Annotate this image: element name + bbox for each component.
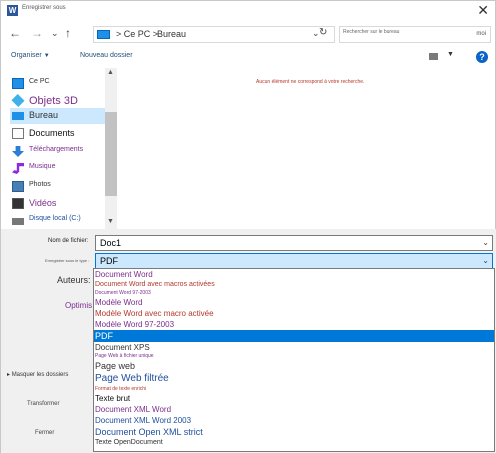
search-box[interactable]: Rechercher sur le bureau moi [339, 26, 491, 43]
drive-icon [12, 218, 24, 225]
hide-folders-button[interactable]: ▸ Masquer les dossiers [7, 371, 68, 378]
organize-button[interactable]: Organiser ▼ [11, 52, 50, 59]
tree-item-label: Photos [29, 181, 51, 188]
filename-value: Doc1 [100, 238, 122, 248]
view-dropdown-icon[interactable]: ▼ [447, 51, 454, 58]
back-arrow-icon[interactable]: ← [9, 26, 21, 40]
file-list-pane[interactable]: Aucun élément ne correspond à votre rech… [118, 68, 496, 229]
close-icon[interactable]: ✕ [477, 2, 489, 19]
address-bar[interactable]: > Ce PC > Bureau ⌄ [93, 26, 335, 43]
file-type-option[interactable]: Modèle Word 97-2003 [94, 319, 494, 330]
music-icon [12, 163, 24, 174]
file-type-label: Enregistrer sous le type : [45, 258, 90, 263]
optimize-label: Optimis [65, 301, 93, 310]
tree-item-musique[interactable]: Musique [10, 161, 105, 177]
authors-label: Auteurs: [57, 275, 91, 285]
word-app-icon: W [7, 5, 18, 16]
refresh-icon[interactable]: ↻ [319, 27, 327, 38]
title-bar: W Enregistrer sous ✕ [1, 1, 496, 23]
tree-item-ce-pc[interactable]: Ce PC [10, 76, 105, 92]
file-type-dropdown-icon[interactable]: ⌄ [482, 256, 489, 265]
tree-item-label: Vidéos [29, 198, 57, 208]
file-type-option[interactable]: Page web [94, 360, 494, 372]
hide-folders-label: Masquer les dossiers [11, 372, 69, 378]
filename-label: Nom de fichier: [48, 238, 89, 244]
transform-button[interactable]: Transformer [27, 401, 59, 407]
chevron-down-icon: ▼ [43, 53, 50, 59]
file-type-option[interactable]: Format de texte enrichi [94, 386, 494, 393]
desktop-icon [12, 112, 24, 120]
up-arrow-icon[interactable]: ↑ [65, 26, 71, 40]
tree-item-documents[interactable]: Documents [10, 126, 105, 142]
file-type-select[interactable]: PDF ⌄ [95, 253, 493, 269]
view-options-icon[interactable] [429, 53, 438, 60]
file-type-value: PDF [100, 256, 118, 266]
tree-item-bureau[interactable]: Bureau [10, 108, 105, 124]
breadcrumb-bureau[interactable]: Bureau [157, 29, 186, 39]
new-folder-button[interactable]: Nouveau dossier [80, 52, 133, 59]
navigation-pane: Ce PC Objets 3D Bureau Documents Téléchargem… [1, 68, 117, 229]
filename-field[interactable]: Doc1 ⌄ [95, 235, 493, 251]
tree-item-label: Ce PC [29, 78, 50, 85]
tree-item-disque-local-c[interactable]: Disque local (C:) [10, 213, 105, 229]
breadcrumb-ce-pc[interactable]: > Ce PC > [116, 29, 158, 39]
recent-locations-chevron-icon[interactable]: ⌄ [51, 28, 59, 39]
help-icon[interactable]: ? [476, 51, 488, 63]
tree-item-label: Objets 3D [29, 95, 78, 107]
tree-item-photos[interactable]: Photos [10, 179, 105, 195]
organize-label: Organiser [11, 52, 42, 59]
cube-3d-icon [11, 93, 25, 108]
scrollbar-thumb[interactable] [105, 112, 117, 196]
computer-icon [97, 30, 110, 39]
file-type-option[interactable]: Document XML Word 2003 [94, 415, 494, 426]
file-type-option[interactable]: Document XML Word [94, 404, 494, 415]
file-type-option[interactable]: Document Open XML strict [94, 426, 494, 438]
file-type-option[interactable]: Texte OpenDocument [94, 438, 494, 448]
file-type-option[interactable]: Page Web filtrée [94, 372, 494, 386]
file-type-option[interactable]: Document XPS [94, 342, 494, 353]
filename-dropdown-icon[interactable]: ⌄ [482, 238, 489, 247]
file-type-option[interactable]: Modèle Word [94, 297, 494, 308]
tree-item-téléchargements[interactable]: Téléchargements [10, 144, 105, 160]
photos-icon [12, 181, 24, 192]
scroll-down-icon[interactable]: ▼ [107, 218, 114, 225]
documents-icon [12, 128, 24, 139]
tree-item-label: Musique [29, 163, 56, 170]
video-icon [12, 198, 24, 209]
file-type-option[interactable]: Texte brut [94, 393, 494, 404]
search-icon[interactable]: moi [476, 31, 486, 37]
scroll-up-icon[interactable]: ▲ [107, 69, 114, 76]
tree-item-label: Disque local (C:) [29, 215, 81, 222]
file-type-option[interactable]: PDF [94, 330, 494, 342]
file-type-option[interactable]: Modèle Word avec macro activée [94, 308, 494, 319]
close-button[interactable]: Fermer [35, 430, 54, 436]
file-type-listbox[interactable]: Document Word Document Word avec macros a… [93, 268, 495, 452]
window-title: Enregistrer sous [22, 5, 66, 11]
tree-item-objets-3d[interactable]: Objets 3D [10, 93, 105, 109]
file-type-option[interactable]: Document Word 97-2003 [94, 290, 494, 297]
file-type-option[interactable]: Page Web à fichier unique [94, 353, 494, 360]
tree-item-vidéos[interactable]: Vidéos [10, 196, 105, 212]
tree-item-label: Téléchargements [29, 146, 84, 153]
tree-item-label: Bureau [29, 110, 59, 120]
tree-item-label: Documents [29, 128, 75, 138]
search-placeholder: Rechercher sur le bureau [343, 29, 400, 35]
file-type-option[interactable]: Document Word [94, 269, 494, 280]
computer-icon [12, 78, 24, 89]
forward-arrow-icon[interactable]: → [31, 26, 43, 40]
download-icon [12, 146, 24, 157]
navigation-pane-scrollbar[interactable]: ▲ ▼ [105, 68, 117, 229]
file-type-option[interactable]: Document Word avec macros activées [94, 280, 494, 290]
command-bar: Organiser ▼ Nouveau dossier [1, 47, 496, 67]
empty-results-message: Aucun élément ne correspond à votre rech… [256, 79, 365, 85]
save-as-dialog: W Enregistrer sous ✕ ← → ⌄ ↑ > Ce PC > B… [0, 0, 496, 453]
